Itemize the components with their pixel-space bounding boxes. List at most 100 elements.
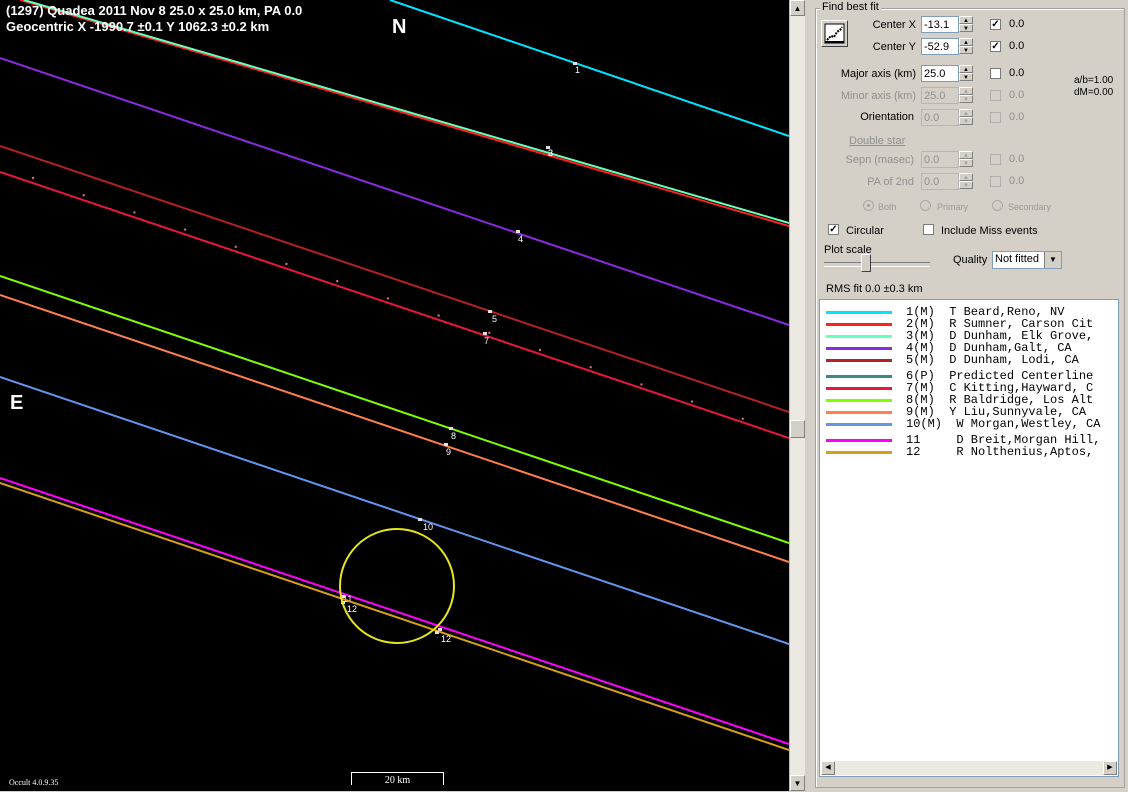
find-best-fit-title: Find best fit (820, 1, 881, 13)
radio-secondary[interactable] (992, 200, 1003, 211)
sepn-input[interactable] (921, 151, 959, 168)
spin-down-icon[interactable]: ▼ (959, 46, 973, 54)
plot-header-geocentric: Geocentric X -1990.7 ±0.1 Y 1062.3 ±0.2 … (6, 19, 270, 34)
predicted-centerline-dot (133, 211, 136, 214)
observer-text: 10(M) W Morgan,Westley, CA (906, 417, 1101, 431)
observer-color-swatch (826, 335, 892, 338)
quality-select[interactable]: Not fitted ▼ (992, 251, 1062, 269)
rms-fit-label: RMS fit 0.0 ±0.3 km (826, 283, 923, 295)
observer-list[interactable]: 1(M) T Beard,Reno, NV 2(M) R Sumner, Cars… (819, 299, 1119, 777)
event-marker (516, 230, 520, 233)
pa2-checkbox[interactable] (990, 176, 1001, 187)
fit-button[interactable] (821, 20, 848, 47)
center-y-spinner[interactable]: ▲▼ (921, 38, 973, 55)
spin-up-icon[interactable]: ▲ (959, 87, 973, 95)
center-y-checkbox[interactable]: ✓ (990, 41, 1001, 52)
plot-scale-track[interactable] (824, 262, 930, 267)
scale-bar-label: 20 km (384, 775, 411, 786)
spin-down-icon[interactable]: ▼ (959, 159, 973, 167)
list-horizontal-scrollbar[interactable]: ◀ ▶ (821, 761, 1117, 775)
orientation-spinner[interactable]: ▲▼ (921, 109, 973, 126)
spin-down-icon[interactable]: ▼ (959, 73, 973, 81)
event-marker (444, 443, 448, 446)
center-x-spinner[interactable]: ▲▼ (921, 16, 973, 33)
circular-label: Circular (846, 225, 884, 237)
plot-vertical-scrollbar[interactable]: ▲ ▼ (789, 0, 805, 791)
center-x-label: Center X (872, 19, 916, 31)
sepn-checkbox[interactable] (990, 154, 1001, 165)
dm-value: dM=0.00 (1074, 87, 1114, 98)
spin-up-icon[interactable]: ▲ (959, 38, 973, 46)
observer-color-swatch (826, 311, 892, 314)
pa2-label: PA of 2nd (867, 176, 914, 188)
predicted-centerline-dot (741, 417, 744, 420)
observer-color-swatch (826, 411, 892, 414)
chart-fit-icon (824, 23, 845, 44)
major-axis-checkbox[interactable] (990, 68, 1001, 79)
chord-plot-svg: 1234578910111212 (0, 0, 789, 751)
scroll-right-icon[interactable]: ▶ (1103, 761, 1117, 775)
spin-down-icon[interactable]: ▼ (959, 95, 973, 103)
center-y-label: Center Y (872, 41, 916, 53)
scroll-up-icon[interactable]: ▲ (790, 0, 805, 16)
occultation-plot[interactable]: 1234578910111212 (1297) Quadea 2011 Nov … (0, 0, 789, 791)
sepn-fit-value: 0.0 (1009, 153, 1025, 165)
observer-color-swatch (826, 451, 892, 454)
orientation-input[interactable] (921, 109, 959, 126)
observer-color-swatch (826, 439, 892, 442)
chevron-down-icon[interactable]: ▼ (1044, 252, 1061, 268)
chord-line-10 (0, 376, 789, 645)
event-marker (483, 332, 487, 335)
orientation-checkbox[interactable] (990, 112, 1001, 123)
chord-line-11 (0, 477, 789, 745)
pa2-spinner[interactable]: ▲▼ (921, 173, 973, 190)
observer-row[interactable]: 12 R Nolthenius,Aptos, (820, 446, 1118, 459)
center-x-input[interactable] (921, 16, 959, 33)
center-y-fit-value: 0.0 (1009, 40, 1025, 52)
scroll-down-icon[interactable]: ▼ (790, 775, 805, 791)
minor-axis-spinner[interactable]: ▲▼ (921, 87, 973, 104)
observer-row[interactable]: 10(M) W Morgan,Westley, CA (820, 418, 1118, 431)
radio-both[interactable] (863, 200, 874, 211)
orientation-label: Orientation (860, 111, 914, 123)
spin-down-icon[interactable]: ▼ (959, 24, 973, 32)
minor-axis-fit-value: 0.0 (1009, 89, 1025, 101)
center-x-fit-value: 0.0 (1009, 18, 1025, 30)
chord-label: 10 (423, 522, 433, 532)
fitted-profile-circle (339, 528, 455, 644)
scroll-thumb[interactable] (790, 420, 805, 438)
observer-color-swatch (826, 375, 892, 378)
sepn-spinner[interactable]: ▲▼ (921, 151, 973, 168)
circular-checkbox[interactable]: ✓ (828, 224, 839, 235)
spin-down-icon[interactable]: ▼ (959, 181, 973, 189)
chord-line-9 (0, 294, 789, 563)
chord-line-7 (0, 171, 789, 439)
spin-up-icon[interactable]: ▲ (959, 16, 973, 24)
major-axis-input[interactable] (921, 65, 959, 82)
spin-down-icon[interactable]: ▼ (959, 117, 973, 125)
predicted-centerline-dot (82, 194, 85, 197)
minor-axis-input[interactable] (921, 87, 959, 104)
predicted-centerline-dot (386, 297, 390, 300)
scroll-left-icon[interactable]: ◀ (821, 761, 835, 775)
predicted-centerline-dot (31, 176, 35, 180)
center-x-checkbox[interactable]: ✓ (990, 19, 1001, 30)
major-axis-label: Major axis (km) (840, 68, 916, 80)
center-y-input[interactable] (921, 38, 959, 55)
fit-panel: Find best fit Center X ▲▼ ✓ 0.0 Center Y… (806, 0, 1128, 791)
observer-color-swatch (826, 323, 892, 326)
plot-scale-thumb[interactable] (861, 254, 871, 272)
spin-up-icon[interactable]: ▲ (959, 65, 973, 73)
pa2-input[interactable] (921, 173, 959, 190)
spin-up-icon[interactable]: ▲ (959, 173, 973, 181)
minor-axis-checkbox[interactable] (990, 90, 1001, 101)
radio-primary[interactable] (920, 200, 931, 211)
include-miss-checkbox[interactable] (923, 224, 934, 235)
predicted-centerline-dot (183, 228, 187, 231)
plot-header-title: (1297) Quadea 2011 Nov 8 25.0 x 25.0 km,… (6, 3, 303, 18)
spin-up-icon[interactable]: ▲ (959, 151, 973, 159)
ab-ratio: a/b=1.00 (1074, 75, 1114, 86)
spin-up-icon[interactable]: ▲ (959, 109, 973, 117)
major-axis-spinner[interactable]: ▲▼ (921, 65, 973, 82)
observer-row[interactable]: 5(M) D Dunham, Lodi, CA (820, 354, 1118, 367)
